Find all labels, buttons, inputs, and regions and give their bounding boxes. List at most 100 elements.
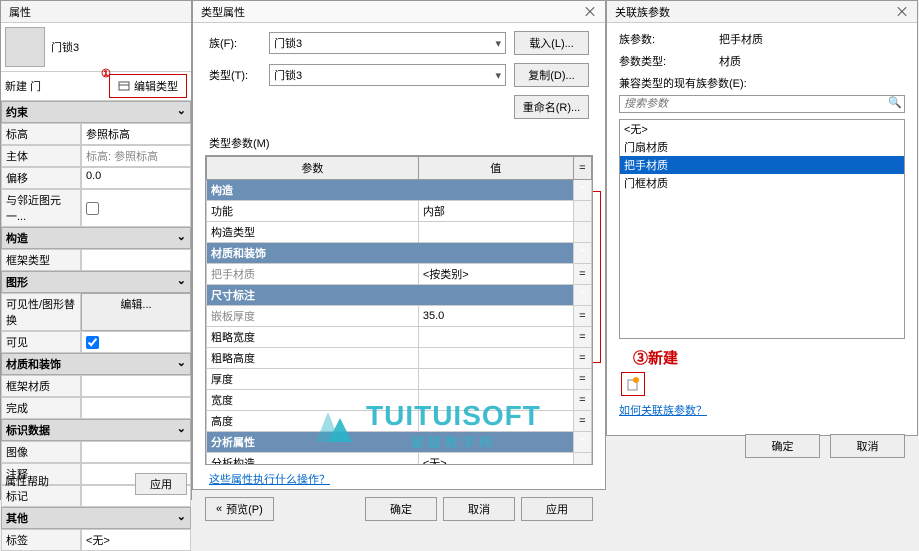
search-icon[interactable]: 🔍 xyxy=(886,96,904,112)
list-item[interactable]: 门框材质 xyxy=(620,174,904,192)
row-constr-type: 构造类型 xyxy=(207,222,419,243)
label-host: 主体 xyxy=(1,145,81,167)
group-analysis[interactable]: 分析属性 xyxy=(207,432,574,453)
row-thickness: 厚度 xyxy=(207,369,419,390)
edit-type-button[interactable]: 编辑类型 xyxy=(109,74,187,98)
ok-button[interactable]: 确定 xyxy=(365,497,437,521)
annotation-marker-1: ① xyxy=(101,67,111,80)
family-name[interactable]: 门锁3 xyxy=(51,39,187,55)
section-identity[interactable]: 标识数据⌄ xyxy=(1,419,191,441)
rename-button[interactable]: 重命名(R)... xyxy=(514,95,589,119)
list-item[interactable]: 门扇材质 xyxy=(620,138,904,156)
group-construction[interactable]: 构造 xyxy=(207,180,574,201)
row-width: 宽度 xyxy=(207,390,419,411)
section-constraint[interactable]: 约束⌄ xyxy=(1,101,191,123)
props-help-link[interactable]: 属性帮助 xyxy=(5,473,49,495)
type-help-link[interactable]: 这些属性执行什么操作？ xyxy=(193,465,605,493)
new-label[interactable]: 新建 门 xyxy=(5,78,109,94)
assoc-button[interactable]: = xyxy=(573,264,591,285)
value-image[interactable] xyxy=(81,441,191,463)
assoc-button[interactable] xyxy=(573,453,591,466)
section-construction[interactable]: 构造⌄ xyxy=(1,227,191,249)
label-elevation: 标高 xyxy=(1,123,81,145)
compat-label: 兼容类型的现有族参数(E): xyxy=(619,75,905,91)
close-icon[interactable] xyxy=(895,5,909,19)
list-item-selected[interactable]: 把手材质 xyxy=(620,156,904,174)
value-neighbor[interactable] xyxy=(81,189,191,227)
list-item[interactable]: <无> xyxy=(620,120,904,138)
value-elevation[interactable]: 参照标高 xyxy=(81,123,191,145)
param-list[interactable]: <无> 门扇材质 把手材质 门框材质 xyxy=(619,119,905,339)
value-offset[interactable]: 0.0 xyxy=(81,167,191,189)
search-input[interactable] xyxy=(620,96,886,112)
type-dialog-titlebar[interactable]: 类型属性 xyxy=(193,1,605,23)
close-icon[interactable] xyxy=(583,5,597,19)
value-frame-mat[interactable] xyxy=(81,375,191,397)
col-assoc[interactable]: = xyxy=(573,157,591,180)
row-function: 功能 xyxy=(207,201,419,222)
family-thumbnail xyxy=(5,27,45,67)
row-handle-mat: 把手材质 xyxy=(207,264,419,285)
assoc-button[interactable] xyxy=(573,222,591,243)
section-materials[interactable]: 材质和装饰⌄ xyxy=(1,353,191,375)
props-title: 属性 xyxy=(9,4,31,20)
type-label: 类型(T): xyxy=(209,67,269,83)
value-frame-type[interactable] xyxy=(81,249,191,271)
assoc-ok-button[interactable]: 确定 xyxy=(745,434,820,458)
col-value[interactable]: 值 xyxy=(418,157,573,180)
label-vis-override: 可见性/图形替换 xyxy=(1,293,81,331)
value-finish[interactable] xyxy=(81,397,191,419)
row-analytic: 分析构造 xyxy=(207,453,419,466)
assoc-family-param-label: 族参数: xyxy=(619,31,719,47)
duplicate-button[interactable]: 复制(D)... xyxy=(514,63,589,87)
type-params-label: 类型参数(M) xyxy=(193,135,605,155)
search-box[interactable]: 🔍 xyxy=(619,95,905,113)
group-materials[interactable]: 材质和装饰 xyxy=(207,243,574,264)
value-host: 标高: 参照标高 xyxy=(81,145,191,167)
assoc-button[interactable]: = xyxy=(573,327,591,348)
label-label: 标签 xyxy=(1,529,81,551)
props-titlebar: 属性 xyxy=(1,1,191,23)
annotation-marker-3: ③新建 xyxy=(633,347,905,368)
label-image: 图像 xyxy=(1,441,81,463)
type-dialog-title: 类型属性 xyxy=(201,4,245,20)
type-param-table: 参数 值 = 构造⌃ 功能内部 构造类型 材质和装饰⌃ 把手材质<按类别>= 尺… xyxy=(206,156,592,465)
label-visible: 可见 xyxy=(1,331,81,353)
section-graphics[interactable]: 图形⌄ xyxy=(1,271,191,293)
assoc-family-param-value: 把手材质 xyxy=(719,31,763,47)
load-button[interactable]: 载入(L)... xyxy=(514,31,589,55)
assoc-button[interactable]: = xyxy=(573,369,591,390)
label-finish: 完成 xyxy=(1,397,81,419)
label-neighbor: 与邻近图元一... xyxy=(1,189,81,227)
assoc-button[interactable]: = xyxy=(573,306,591,327)
type-dropdown[interactable]: 门锁3 xyxy=(269,64,506,86)
new-instance-row: 新建 门 编辑类型 xyxy=(1,71,191,101)
group-dimensions[interactable]: 尺寸标注 xyxy=(207,285,574,306)
section-other[interactable]: 其他⌄ xyxy=(1,507,191,529)
family-label: 族(F): xyxy=(209,35,269,51)
value-visible[interactable] xyxy=(81,331,191,353)
apply-button[interactable]: 应用 xyxy=(521,497,593,521)
assoc-dialog-titlebar[interactable]: 关联族参数 xyxy=(607,1,917,23)
assoc-help-link[interactable]: 如何关联族参数？ xyxy=(619,402,707,418)
assoc-param-type-value: 材质 xyxy=(719,53,741,69)
value-vis-override[interactable]: 编辑... xyxy=(81,293,191,331)
row-rough-w: 粗略宽度 xyxy=(207,327,419,348)
value-label[interactable]: <无> xyxy=(81,529,191,551)
assoc-button[interactable]: = xyxy=(573,411,591,432)
new-param-button[interactable] xyxy=(621,372,645,396)
assoc-dialog-title: 关联族参数 xyxy=(615,4,670,20)
row-height: 高度 xyxy=(207,411,419,432)
col-param[interactable]: 参数 xyxy=(207,157,419,180)
assoc-button[interactable] xyxy=(573,201,591,222)
row-rough-h: 粗略高度 xyxy=(207,348,419,369)
assoc-cancel-button[interactable]: 取消 xyxy=(830,434,905,458)
label-offset: 偏移 xyxy=(1,167,81,189)
preview-button[interactable]: 预览(P) xyxy=(205,497,274,521)
family-dropdown[interactable]: 门锁3 xyxy=(269,32,506,54)
row-inset-depth: 嵌板厚度 xyxy=(207,306,419,327)
assoc-button[interactable]: = xyxy=(573,348,591,369)
props-apply-button[interactable]: 应用 xyxy=(135,473,187,495)
assoc-button[interactable]: = xyxy=(573,390,591,411)
cancel-button[interactable]: 取消 xyxy=(443,497,515,521)
